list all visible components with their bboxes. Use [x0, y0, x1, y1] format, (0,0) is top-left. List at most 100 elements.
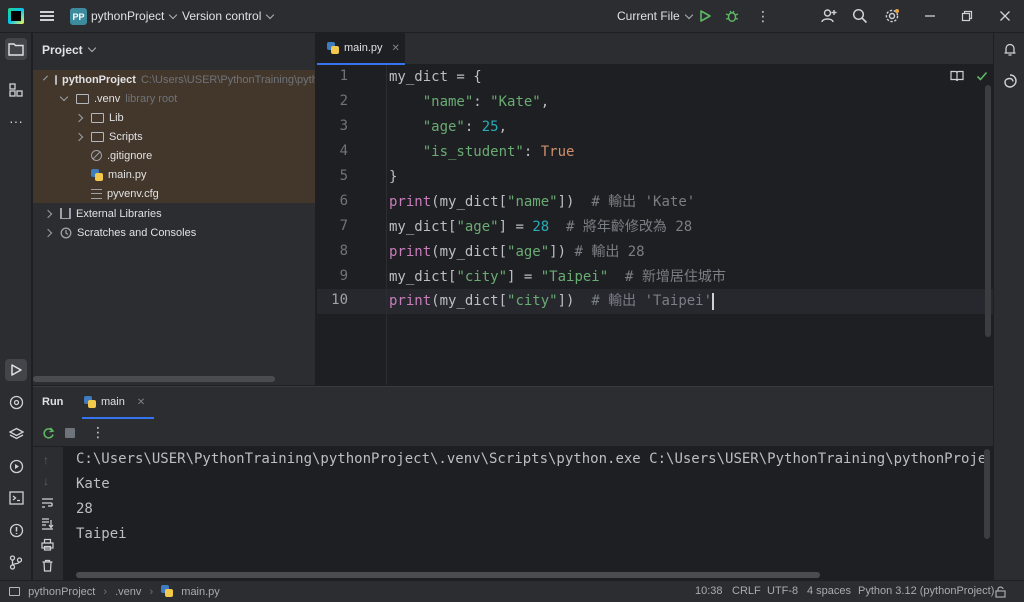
run-header: Run main ✕	[33, 387, 993, 419]
tree-item-pyvenv-cfg[interactable]: pyvenv.cfg	[33, 184, 315, 203]
tree-item-label: External Libraries	[76, 207, 162, 220]
close-tab-icon[interactable]: ✕	[137, 397, 145, 408]
chevron-down-icon	[169, 10, 178, 20]
console-output[interactable]: C:\Users\USER\PythonTraining\pythonProje…	[76, 447, 988, 581]
tree-item-gitignore[interactable]: .gitignore	[33, 146, 315, 165]
no-problems-check-icon[interactable]	[976, 70, 988, 82]
debug-icon[interactable]	[725, 9, 739, 23]
code-line-3: "age": 25,	[422, 119, 508, 135]
trash-icon[interactable]	[41, 559, 54, 572]
scroll-up-arrow-icon[interactable]: ↑	[43, 453, 49, 467]
rerun-icon[interactable]	[42, 427, 55, 440]
layers-tool-button[interactable]	[5, 423, 27, 445]
tree-item-scripts[interactable]: Scripts	[33, 127, 315, 146]
folder-icon	[76, 93, 89, 104]
breadcrumb-item[interactable]: main.py	[181, 586, 220, 598]
code-line-7: my_dict["age"] = 28 # 將年齡修改為 28	[389, 219, 693, 235]
git-tool-button[interactable]	[5, 551, 27, 573]
minimize-icon[interactable]	[923, 9, 937, 23]
folder-icon	[91, 112, 104, 123]
caret-position[interactable]: 10:38	[695, 585, 723, 597]
run-tool-button[interactable]	[5, 359, 27, 381]
more-tools-icon[interactable]: ···	[5, 110, 27, 132]
console-horizontal-scrollbar[interactable]	[76, 572, 820, 578]
tree-item-venv[interactable]: .venv library root	[33, 89, 315, 108]
services-tool-button[interactable]	[5, 455, 27, 477]
breadcrumb-item[interactable]: .venv	[115, 586, 141, 598]
indent-setting[interactable]: 4 spaces	[807, 585, 851, 597]
project-tool-button[interactable]	[5, 38, 27, 60]
structure-tool-button[interactable]	[5, 79, 27, 101]
main-menu-icon[interactable]	[40, 9, 54, 23]
settings-gear-icon[interactable]	[884, 8, 900, 24]
problems-tool-button[interactable]	[5, 519, 27, 541]
project-panel-header[interactable]: Project	[33, 33, 315, 66]
console-vertical-scrollbar[interactable]	[984, 449, 990, 539]
tree-item-label: pyvenv.cfg	[107, 187, 159, 200]
status-bar: pythonProject › .venv › main.py 10:38 CR…	[0, 580, 1024, 602]
chevron-right-icon[interactable]	[74, 113, 84, 122]
chevron-right-icon[interactable]	[43, 228, 53, 237]
stop-icon[interactable]	[65, 428, 75, 438]
breadcrumb-item[interactable]: pythonProject	[28, 586, 95, 598]
restore-icon[interactable]	[960, 9, 974, 23]
code-line-4: "is_student": True	[422, 144, 575, 160]
close-tab-icon[interactable]: ✕	[392, 43, 400, 54]
run-tab-main[interactable]: main ✕	[82, 387, 154, 419]
structure-icon	[9, 83, 23, 97]
project-switcher[interactable]: pythonProject	[91, 9, 178, 23]
text-cursor	[712, 292, 714, 310]
notifications-bell-icon[interactable]	[1003, 42, 1017, 57]
tree-item-external-libraries[interactable]: External Libraries	[33, 204, 315, 223]
console-line: C:\Users\USER\PythonTraining\pythonProje…	[76, 451, 988, 467]
scroll-to-end-icon[interactable]	[41, 517, 54, 530]
console-line: 28	[76, 501, 93, 517]
tree-item-main-py[interactable]: main.py	[33, 165, 315, 184]
lock-icon[interactable]	[994, 585, 1007, 598]
tree-item-pythonproject[interactable]: pythonProject C:\Users\USER\PythonTraini…	[33, 70, 315, 89]
tree-item-label: Scratches and Consoles	[77, 226, 197, 239]
version-control-menu[interactable]: Version control	[182, 9, 275, 23]
code-editor[interactable]: 1 2 3 4 5 6 7 8 9 10 my_dict = { "name":…	[317, 65, 993, 385]
chevron-down-icon[interactable]	[59, 92, 69, 102]
chevron-right-icon[interactable]	[74, 132, 84, 141]
print-icon[interactable]	[41, 538, 54, 551]
chevron-right-icon[interactable]	[43, 209, 53, 218]
file-encoding[interactable]: UTF-8	[767, 585, 798, 597]
problems-icon	[9, 523, 23, 537]
close-window-icon[interactable]	[998, 9, 1012, 23]
project-horizontal-scrollbar[interactable]	[33, 376, 275, 382]
tree-item-scratches[interactable]: Scratches and Consoles	[33, 223, 315, 242]
run-icon[interactable]	[698, 9, 712, 23]
line-separator[interactable]: CRLF	[732, 585, 761, 597]
python-file-icon	[91, 168, 103, 181]
reader-mode-icon[interactable]	[950, 70, 964, 82]
more-actions-icon[interactable]: ⋮	[756, 8, 770, 24]
editor-vertical-scrollbar[interactable]	[985, 85, 991, 337]
folder-icon	[55, 74, 57, 85]
terminal-tool-button[interactable]	[5, 487, 27, 509]
python-interpreter[interactable]: Python 3.12 (pythonProject)	[858, 585, 994, 597]
code-line-6: print(my_dict["name"]) # 輸出 'Kate'	[389, 194, 696, 210]
scroll-down-arrow-icon[interactable]: ↓	[43, 474, 49, 488]
folder-icon	[8, 43, 24, 56]
run-config-selector[interactable]: Current File	[617, 9, 693, 23]
line-number: 5	[339, 168, 348, 184]
ai-assistant-icon[interactable]	[1002, 73, 1018, 89]
tab-label: main.py	[344, 42, 383, 54]
services-icon	[9, 459, 23, 473]
tree-item-lib[interactable]: Lib	[33, 108, 315, 127]
chevron-down-icon[interactable]	[43, 75, 48, 81]
line-number: 6	[339, 193, 348, 209]
more-actions-icon[interactable]: ⋮	[91, 424, 105, 441]
add-user-icon[interactable]	[821, 8, 837, 24]
search-icon[interactable]	[852, 8, 868, 24]
chevron-down-icon	[87, 43, 96, 52]
python-packages-button[interactable]	[5, 391, 27, 413]
tab-main-py[interactable]: main.py ✕	[317, 33, 405, 65]
tree-item-label: .venv	[94, 92, 121, 105]
project-name: pythonProject	[91, 9, 165, 23]
soft-wrap-icon[interactable]	[41, 497, 54, 509]
tree-item-hint: library root	[125, 92, 178, 105]
project-badge[interactable]: PP	[70, 8, 87, 25]
